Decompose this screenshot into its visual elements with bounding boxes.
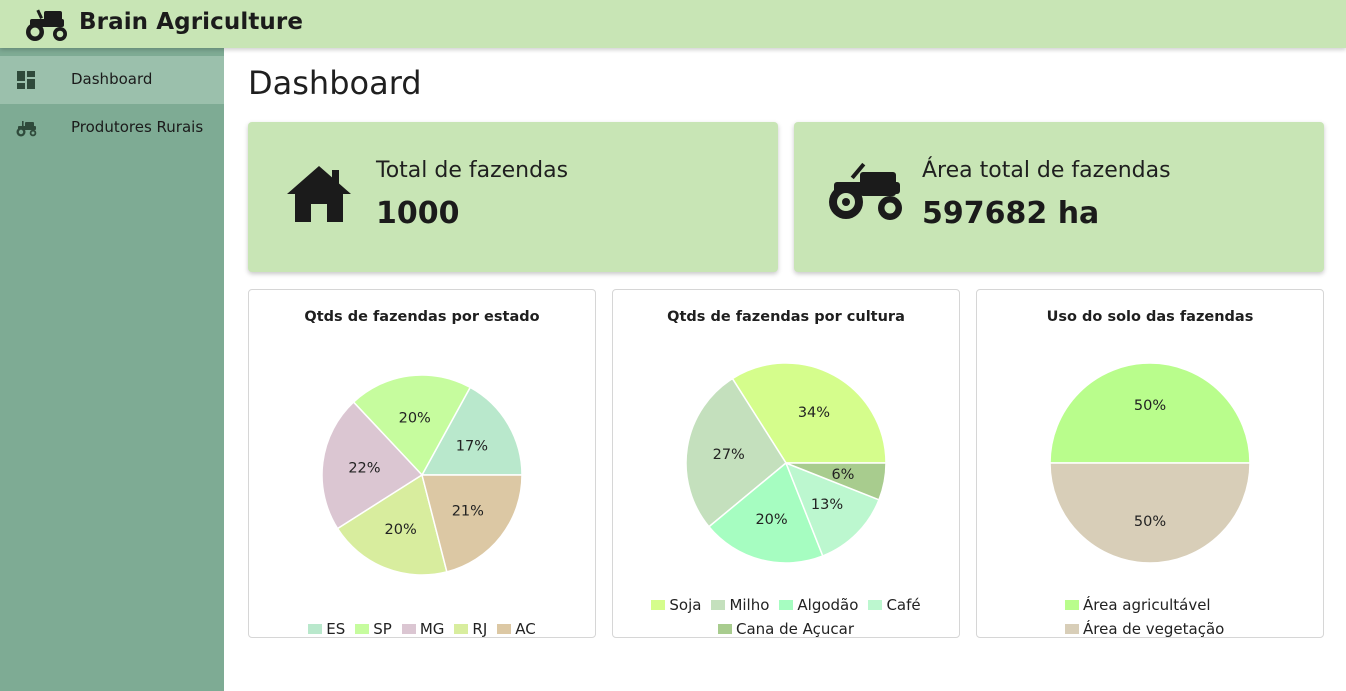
stat-value: 597682 ha: [922, 196, 1100, 231]
pie-label-area-agricultavel: 50%: [1134, 398, 1166, 414]
tractor-icon: [829, 162, 902, 220]
pie-chart-culture: 34% 27% 20% 13% 6%: [685, 362, 887, 564]
pie-label-ac: 21%: [452, 504, 484, 520]
legend-item-soja[interactable]: Soja: [651, 596, 701, 614]
pie-label-mg: 22%: [348, 461, 380, 477]
legend-row: ES SP MG RJ AC: [249, 620, 595, 638]
sidebar-item-produtores-rurais[interactable]: Produtores Rurais: [0, 104, 224, 152]
top-app-bar: Brain Agriculture: [0, 0, 1346, 48]
pie-chart-soil: 50% 50%: [1049, 362, 1251, 564]
legend-row: Área de vegetação: [977, 620, 1323, 638]
house-icon: [287, 166, 351, 222]
chart-card-soil: Uso do solo das fazendas 50% 50% Área agr…: [976, 289, 1324, 638]
pie-label-cana-de-acucar: 6%: [831, 467, 854, 483]
legend-item-ac[interactable]: AC: [497, 620, 536, 638]
legend-swatch: [651, 600, 666, 610]
legend-swatch: [1065, 600, 1079, 610]
pie-label-rj: 20%: [385, 522, 417, 538]
sidebar-item-label: Produtores Rurais: [71, 118, 204, 136]
legend-swatch: [355, 624, 370, 634]
chart-card-culture: Qtds de fazendas por cultura 34% 27% 20% 13…: [612, 289, 960, 638]
legend-swatch: [711, 600, 726, 610]
legend-label: Área agricultável: [1083, 596, 1211, 614]
legend-label: MG: [419, 620, 445, 638]
pie-label-soja: 34%: [798, 405, 830, 421]
tractor-icon: [16, 121, 37, 137]
legend-item-milho[interactable]: Milho: [711, 596, 769, 614]
stat-card-total-area: Área total de fazendas 597682 ha: [794, 122, 1324, 272]
legend-row: Soja Milho Algodão Café: [613, 596, 959, 614]
legend-item-mg[interactable]: MG: [401, 620, 445, 638]
chart-card-state: Qtds de fazendas por estado 17% 20% 22% 20%…: [248, 289, 596, 638]
app-title: Brain Agriculture: [79, 9, 304, 35]
legend-label: Cana de Açucar: [735, 620, 854, 638]
dashboard-icon: [17, 71, 35, 89]
stat-card-total-farms: Total de fazendas 1000: [248, 122, 778, 272]
page-title: Dashboard: [248, 64, 422, 102]
stat-label: Total de fazendas: [376, 158, 569, 183]
legend-label: Soja: [669, 596, 702, 614]
legend-swatch: [401, 624, 416, 634]
sidebar: Dashboard Produtores Rurais: [0, 48, 224, 691]
pie-label-sp: 20%: [399, 410, 431, 426]
legend-item-area-agricultavel[interactable]: Área agricultável: [1065, 596, 1211, 614]
pie-chart-state: 17% 20% 22% 20% 21%: [321, 374, 523, 576]
legend-label: Café: [886, 596, 921, 614]
legend-swatch: [497, 624, 512, 634]
legend-swatch: [868, 600, 883, 610]
pie-label-area-de-vegetacao: 50%: [1134, 514, 1166, 530]
legend-item-es[interactable]: ES: [308, 620, 345, 638]
tractor-icon: [26, 9, 67, 41]
legend-swatch: [779, 600, 794, 610]
pie-slice-area-de-vegetacao[interactable]: [1049, 462, 1251, 564]
legend-item-sp[interactable]: SP: [355, 620, 392, 638]
legend-label: SP: [373, 620, 392, 638]
stat-label: Área total de fazendas: [922, 158, 1171, 183]
legend-swatch: [454, 624, 469, 634]
legend-swatch: [308, 624, 323, 634]
legend-row: Cana de Açucar: [613, 620, 959, 638]
legend-label: ES: [326, 620, 346, 638]
pie-label-milho: 27%: [713, 447, 745, 463]
sidebar-item-dashboard[interactable]: Dashboard: [0, 56, 224, 104]
legend-item-algodao[interactable]: Algodão: [779, 596, 858, 614]
legend-label: Milho: [729, 596, 770, 614]
legend-label: Área de vegetação: [1083, 620, 1225, 638]
legend-item-cafe[interactable]: Café: [868, 596, 921, 614]
sidebar-item-label: Dashboard: [71, 70, 153, 88]
pie-label-algodao: 20%: [755, 512, 787, 528]
legend-item-cana-de-acucar[interactable]: Cana de Açucar: [717, 620, 854, 638]
legend-label: Algodão: [797, 596, 859, 614]
stat-value: 1000: [376, 196, 460, 231]
legend-label: AC: [515, 620, 536, 638]
legend-item-area-de-vegetacao[interactable]: Área de vegetação: [1065, 620, 1224, 638]
legend-label: RJ: [472, 620, 488, 638]
legend-swatch: [717, 624, 732, 634]
legend-item-rj[interactable]: RJ: [454, 620, 487, 638]
pie-label-es: 17%: [456, 438, 488, 454]
pie-label-cafe: 13%: [811, 497, 843, 513]
legend-row: Área agricultável: [977, 596, 1323, 614]
legend-swatch: [1065, 624, 1079, 634]
